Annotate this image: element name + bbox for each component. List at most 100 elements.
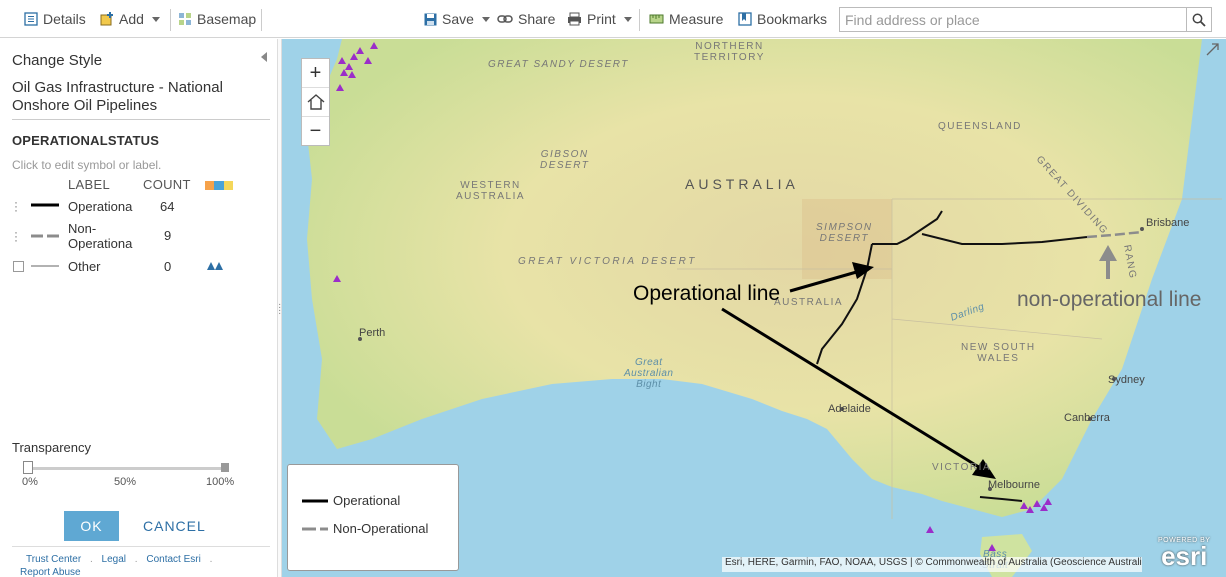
label-column-header: LABEL [68, 177, 110, 192]
report-abuse-link[interactable]: Report Abuse [20, 567, 81, 577]
color-ramp-button[interactable] [205, 181, 233, 190]
share-label: Share [518, 11, 556, 27]
bookmarks-button[interactable]: Bookmarks [738, 0, 827, 38]
home-button[interactable] [302, 88, 329, 117]
save-icon [424, 13, 437, 25]
region-label: GREAT VICTORIA DESERT [518, 256, 697, 267]
count-column-header: COUNT [143, 177, 191, 192]
trust-center-link[interactable]: Trust Center [26, 554, 81, 565]
row-label[interactable]: Non- Operationa [68, 221, 132, 251]
zoom-out-button[interactable]: − [302, 117, 329, 146]
transparency-slider-track[interactable] [24, 467, 228, 470]
row-count: 9 [164, 228, 172, 243]
map-view[interactable]: + − NORTHERN TERRITORY GREAT SANDY DESER… [282, 39, 1226, 577]
legend-item-non-operational: Non-Operational [302, 521, 428, 536]
splitter-grip-icon[interactable]: · · · · [278, 300, 281, 319]
city-label-canberra: Canberra [1064, 412, 1110, 424]
chevron-down-icon [151, 16, 160, 22]
region-label: GREAT SANDY DESERT [488, 59, 629, 70]
search-button[interactable] [1186, 8, 1211, 31]
contact-esri-link[interactable]: Contact Esri [146, 554, 200, 565]
expand-icon[interactable] [1206, 43, 1219, 56]
measure-button[interactable]: Measure [649, 0, 723, 38]
print-button[interactable]: Print [567, 0, 632, 38]
collapse-panel-icon[interactable] [261, 52, 267, 62]
search-box [839, 7, 1212, 32]
share-button[interactable]: Share [497, 0, 555, 38]
search-icon [1192, 13, 1206, 27]
print-label: Print [587, 11, 616, 27]
row-count: 0 [164, 259, 172, 274]
details-icon [24, 12, 38, 26]
bookmarks-label: Bookmarks [757, 11, 828, 27]
add-button[interactable]: Add [100, 0, 160, 38]
row-label[interactable]: Other [68, 259, 101, 274]
region-label: NEW SOUTH WALES [961, 342, 1036, 364]
edit-hint: Click to edit symbol or label. [12, 158, 162, 172]
symbol-swatch[interactable] [31, 262, 59, 270]
annotation-non-operational-line: non-operational line [1017, 288, 1202, 311]
ramp-swatch [205, 181, 215, 190]
other-values-icon[interactable] [206, 261, 224, 271]
city-label-brisbane: Brisbane [1146, 217, 1190, 229]
save-label: Save [442, 11, 474, 27]
legend-row-other[interactable]: Other 0 [0, 258, 277, 278]
region-label: QUEENSLAND [938, 121, 1022, 132]
toolbar-divider [261, 9, 262, 31]
city-label-sydney: Sydney [1108, 374, 1145, 386]
esri-logo[interactable]: POWERED BY esri [1158, 537, 1210, 571]
add-label: Add [119, 11, 144, 27]
tick-label: 100% [206, 476, 235, 488]
row-count: 64 [160, 199, 175, 214]
operational-line-swatch [302, 499, 328, 502]
details-button[interactable]: Details [24, 0, 86, 38]
basemap-grid-icon [179, 13, 191, 25]
basemap-label: Basemap [197, 11, 257, 27]
region-label: AUSTRALIA [774, 297, 844, 308]
drag-handle-icon[interactable]: · · · [14, 196, 18, 216]
annotation-operational-line: Operational line [633, 282, 781, 305]
other-checkbox[interactable] [13, 261, 24, 272]
city-label-perth: Perth [359, 327, 386, 339]
ok-button[interactable]: OK [64, 511, 119, 541]
map-attribution[interactable]: Esri, HERE, Garmin, FAO, NOAA, USGS | © … [722, 557, 1142, 572]
cancel-button[interactable]: CANCEL [143, 518, 206, 534]
country-label: AUSTRALIA [685, 176, 799, 192]
legend-item-operational: Operational [302, 493, 400, 508]
city-label-melbourne: Melbourne [988, 479, 1040, 491]
tick-label: 50% [114, 476, 137, 488]
zoom-in-button[interactable]: + [302, 59, 329, 88]
slider-end-marker [221, 463, 229, 472]
legend-label: Non-Operational [333, 521, 429, 536]
ramp-swatch [214, 181, 224, 190]
legend-label: Operational [333, 493, 401, 508]
non-operational-line-swatch [302, 527, 328, 530]
basemap-button[interactable]: Basemap [178, 0, 256, 38]
region-label: GIBSON DESERT [540, 149, 590, 171]
ramp-swatch [223, 181, 233, 190]
region-label: VICTORIA [932, 462, 992, 473]
transparency-label: Transparency [12, 440, 91, 455]
legend-row-operational[interactable]: · · · Operationa 64 [0, 196, 277, 217]
legend-row-non-operational[interactable]: · · · Non- Operationa 9 [0, 220, 277, 252]
symbol-swatch[interactable] [31, 232, 59, 240]
add-layer-icon [100, 12, 113, 26]
tick-label: 0% [22, 476, 38, 488]
map-legend: Operational Non-Operational [287, 464, 459, 571]
water-label: Great Australian Bight [624, 357, 674, 390]
region-label: WESTERN AUSTRALIA [456, 180, 526, 202]
toolbar: Details Add Basemap Save Share Print Mea… [0, 0, 1226, 38]
toolbar-divider [170, 9, 171, 31]
city-label-adelaide: Adelaide [828, 403, 871, 415]
row-label[interactable]: Operationa [68, 199, 132, 214]
esri-wordmark: esri [1161, 541, 1208, 571]
transparency-slider-handle[interactable] [23, 461, 33, 474]
region-label: SIMPSON DESERT [816, 222, 873, 244]
legal-link[interactable]: Legal [102, 554, 126, 565]
drag-handle-icon[interactable]: · · · [14, 226, 18, 246]
printer-icon [568, 12, 581, 26]
symbol-swatch[interactable] [31, 201, 59, 209]
search-input[interactable] [840, 8, 1186, 31]
region-label: NORTHERN TERRITORY [694, 41, 765, 63]
save-button[interactable]: Save [424, 0, 490, 38]
